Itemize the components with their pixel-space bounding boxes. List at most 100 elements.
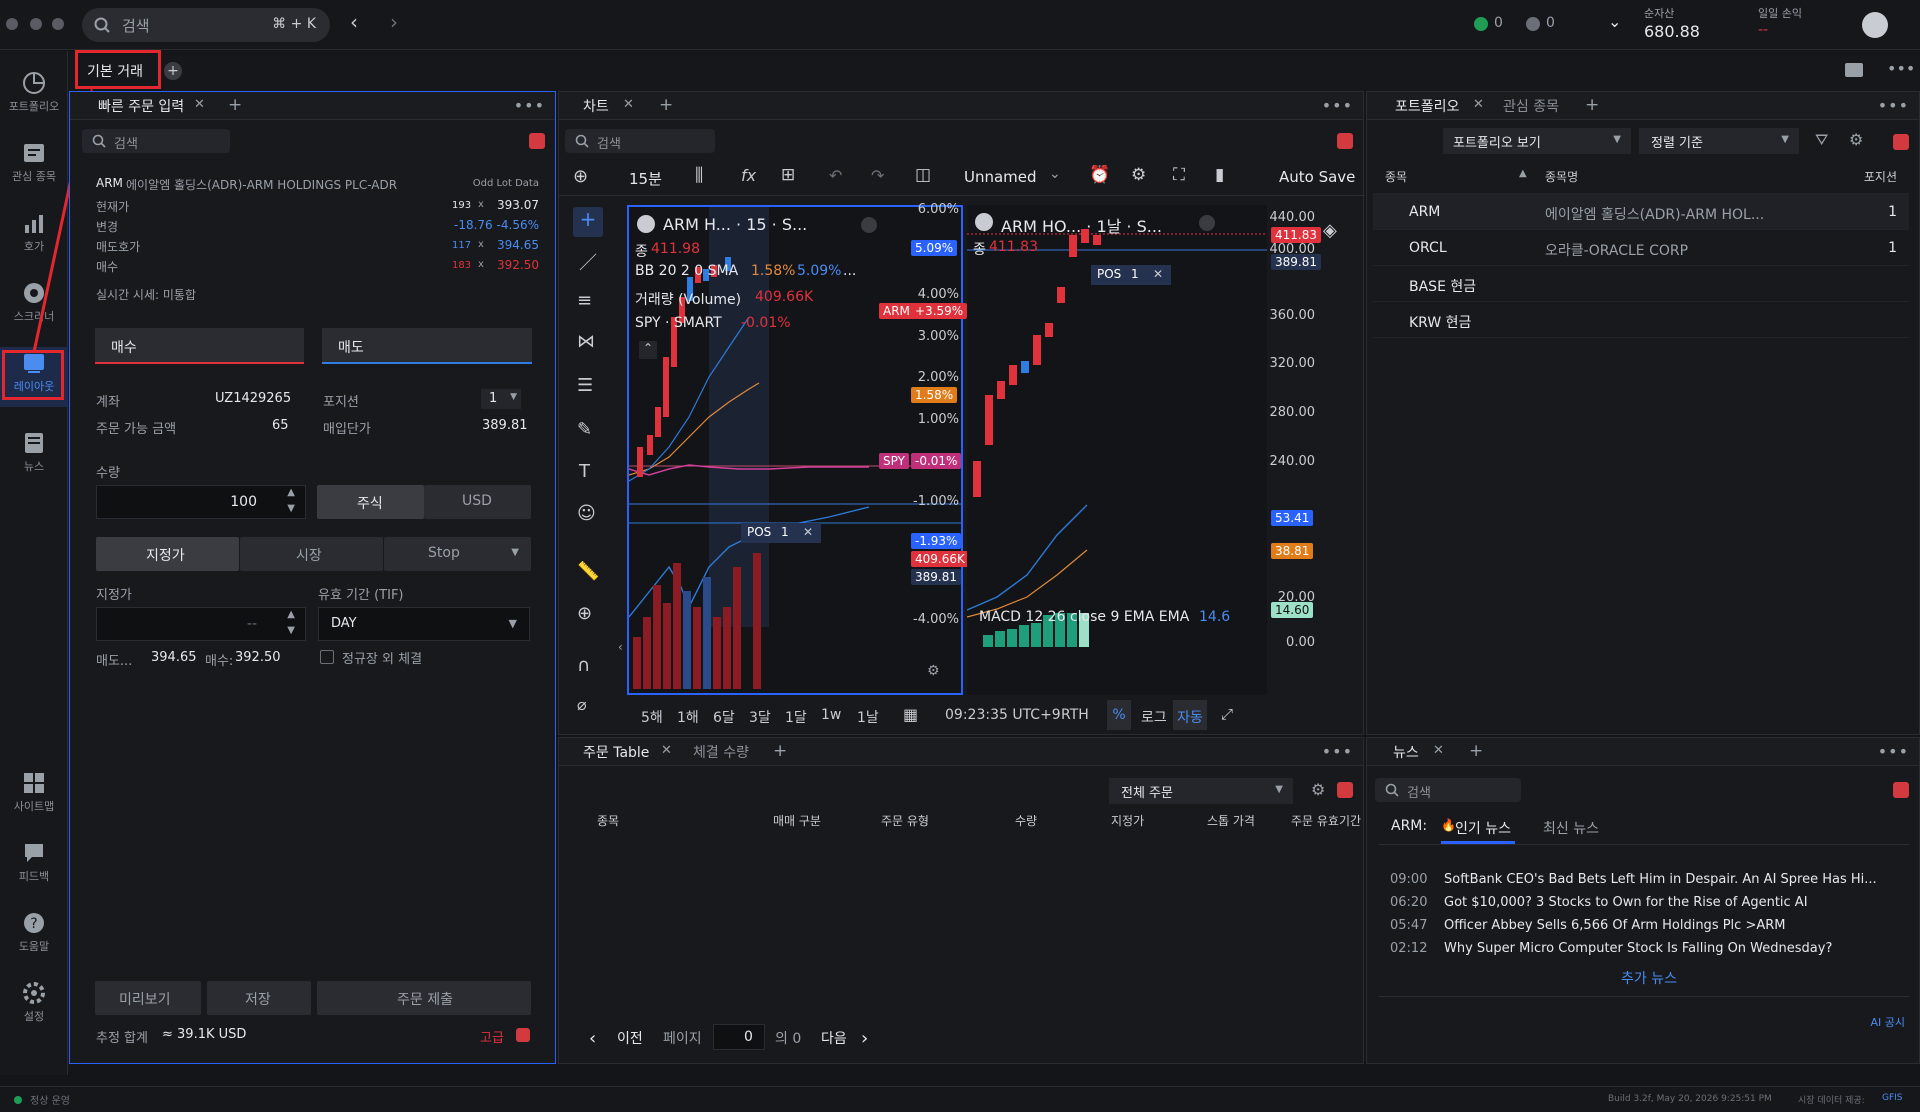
- filter-icon[interactable]: ⛛: [1815, 130, 1828, 150]
- close-icon[interactable]: ✕: [194, 97, 205, 112]
- tab-order-table[interactable]: 주문 Table: [583, 742, 649, 762]
- split-view-icon[interactable]: ◫: [915, 165, 931, 185]
- sidebar-item-news[interactable]: 뉴스: [0, 427, 68, 487]
- lock-icon[interactable]: ⌀: [577, 695, 587, 714]
- increment-icon[interactable]: ▲: [287, 609, 295, 620]
- buy-tab[interactable]: 매수: [95, 328, 304, 364]
- chart-daily[interactable]: ARM HO... · 1날 · S... 종 411.83 POS 1 ✕ M…: [967, 205, 1267, 695]
- magnet-icon[interactable]: ∩: [577, 655, 590, 676]
- tab-hot-news[interactable]: 🔥 인기 뉴스: [1441, 812, 1515, 844]
- add-tab-icon[interactable]: +: [773, 741, 787, 761]
- column-order-type[interactable]: 주문 유형: [881, 812, 929, 829]
- candle-type-icon[interactable]: ⫼: [695, 165, 703, 186]
- save-button[interactable]: 저장: [207, 981, 311, 1015]
- zoom-icon[interactable]: ⊕: [577, 603, 592, 624]
- increment-icon[interactable]: ▲: [287, 487, 295, 498]
- auto-scale-toggle[interactable]: 자동: [1173, 700, 1207, 730]
- add-tab-icon[interactable]: +: [1585, 95, 1599, 115]
- chart-search-input[interactable]: 검색: [565, 129, 715, 153]
- ruler-icon[interactable]: 📏: [577, 561, 599, 582]
- sort-select[interactable]: 정렬 기준 ▼: [1639, 128, 1799, 154]
- layout-name-select[interactable]: Unnamed: [964, 168, 1037, 186]
- submit-order-button[interactable]: 주문 제출: [317, 981, 531, 1015]
- decrement-icon[interactable]: ▼: [287, 625, 295, 636]
- macd-indicator[interactable]: MACD 12 26 close 9 EMA EMA: [979, 609, 1189, 625]
- minus-icon[interactable]: [1199, 215, 1215, 231]
- screenshot-icon[interactable]: ▮: [1215, 165, 1224, 185]
- settings-icon[interactable]: ⚙: [1311, 780, 1325, 799]
- close-icon[interactable]: ✕: [803, 525, 813, 539]
- indicator-icon[interactable]: fx: [741, 166, 756, 185]
- decrement-icon[interactable]: ▼: [287, 503, 295, 514]
- add-tab-icon[interactable]: +: [659, 95, 673, 115]
- news-item[interactable]: 06:20 Got $10,000? 3 Stocks to Own for th…: [1390, 895, 1808, 910]
- limit-price-input[interactable]: -- ▲ ▼: [96, 607, 306, 641]
- position-marker[interactable]: POS 1 ✕: [741, 523, 821, 543]
- tab-fills[interactable]: 체결 수량: [693, 742, 749, 762]
- order-type-limit[interactable]: 지정가: [96, 537, 239, 571]
- chevron-down-icon[interactable]: ⌄: [1049, 166, 1061, 182]
- log-scale-toggle[interactable]: 로그: [1141, 707, 1167, 727]
- auto-save-label[interactable]: Auto Save: [1279, 168, 1355, 186]
- emoji-icon[interactable]: ☺: [577, 503, 596, 524]
- table-row[interactable]: ARM 에이알엠 홀딩스(ADR)-ARM HOL... 1: [1373, 194, 1909, 230]
- text-tool-icon[interactable]: T: [579, 461, 590, 482]
- ai-disclosure-link[interactable]: AI 공시: [1870, 1014, 1905, 1030]
- settings-icon[interactable]: ⚙: [1849, 130, 1863, 149]
- undo-icon[interactable]: ↶: [829, 166, 842, 185]
- tab-portfolio[interactable]: 포트폴리오: [1395, 96, 1459, 116]
- link-icon[interactable]: [529, 133, 545, 149]
- collapse-toolbar-icon[interactable]: ‹: [618, 640, 623, 654]
- grid-layout-icon[interactable]: ⊞: [781, 165, 795, 185]
- sidebar-item-help[interactable]: ? 도움말: [0, 907, 68, 967]
- tab-latest-news[interactable]: 최신 뉴스: [1543, 818, 1599, 838]
- layers-icon[interactable]: ◈: [1323, 220, 1337, 241]
- tab-quick-order[interactable]: 빠른 주문 입력: [98, 96, 184, 116]
- user-avatar-icon[interactable]: [1862, 12, 1888, 38]
- more-options-icon[interactable]: •••: [514, 96, 545, 115]
- add-tab-icon[interactable]: +: [1469, 741, 1483, 761]
- hlines-icon[interactable]: ≡: [577, 290, 592, 311]
- add-workspace-icon[interactable]: +: [164, 62, 182, 80]
- range-6m[interactable]: 6달: [713, 707, 735, 727]
- link-icon[interactable]: [1893, 134, 1909, 150]
- news-item[interactable]: 09:00 SoftBank CEO's Bad Bets Left Him in…: [1390, 872, 1877, 887]
- close-icon[interactable]: ✕: [661, 743, 672, 758]
- chevron-down-icon[interactable]: ⌄: [1608, 12, 1621, 31]
- order-type-stop[interactable]: Stop ▼: [384, 537, 531, 571]
- sidebar-item-feedback[interactable]: 피드백: [0, 837, 68, 897]
- volume-indicator[interactable]: 거래량 (Volume): [635, 289, 741, 309]
- close-icon[interactable]: ✕: [1473, 97, 1484, 112]
- column-symbol[interactable]: 종목: [597, 812, 619, 829]
- more-news-link[interactable]: 추가 뉴스: [1621, 968, 1677, 988]
- chart-settings-icon[interactable]: ⚙: [1131, 165, 1146, 185]
- news-item[interactable]: 02:12 Why Super Micro Computer Stock Is F…: [1390, 941, 1832, 956]
- news-item[interactable]: 05:47 Officer Abbey Sells 6,566 Of Arm Ho…: [1390, 918, 1786, 933]
- chevron-left-icon[interactable]: ‹: [589, 1028, 596, 1049]
- chevron-right-icon[interactable]: ›: [861, 1028, 868, 1049]
- tab-chart[interactable]: 차트: [583, 96, 609, 116]
- column-limit-price[interactable]: 지정가: [1111, 812, 1144, 829]
- close-icon[interactable]: ✕: [623, 97, 634, 112]
- link-icon[interactable]: [1337, 133, 1353, 149]
- quantity-input[interactable]: 100 ▲ ▼: [96, 485, 306, 519]
- crosshair-icon[interactable]: +: [573, 207, 603, 237]
- news-search-input[interactable]: 검색: [1375, 778, 1521, 802]
- range-1d[interactable]: 1날: [857, 707, 879, 727]
- fib-icon[interactable]: ☰: [577, 375, 593, 396]
- calendar-icon[interactable]: ▦: [903, 705, 918, 724]
- link-icon[interactable]: [1893, 782, 1909, 798]
- prev-page-button[interactable]: 이전: [617, 1028, 643, 1048]
- column-name[interactable]: 종목명: [1545, 168, 1578, 185]
- portfolio-view-select[interactable]: 포트폴리오 보기 ▼: [1443, 128, 1631, 154]
- data-provider-value[interactable]: GFIS: [1882, 1093, 1903, 1103]
- alert-icon[interactable]: ⏰: [1089, 165, 1110, 185]
- percent-scale-toggle[interactable]: %: [1107, 700, 1131, 730]
- advanced-link[interactable]: 고급: [480, 1027, 504, 1046]
- more-options-icon[interactable]: •••: [1878, 96, 1909, 115]
- order-search-input[interactable]: 검색: [82, 129, 230, 153]
- table-row[interactable]: ORCL 오라클-ORACLE CORP 1: [1373, 230, 1909, 266]
- column-symbol[interactable]: 종목: [1385, 168, 1407, 185]
- range-1m[interactable]: 1달: [785, 707, 807, 727]
- minus-icon[interactable]: [861, 217, 877, 233]
